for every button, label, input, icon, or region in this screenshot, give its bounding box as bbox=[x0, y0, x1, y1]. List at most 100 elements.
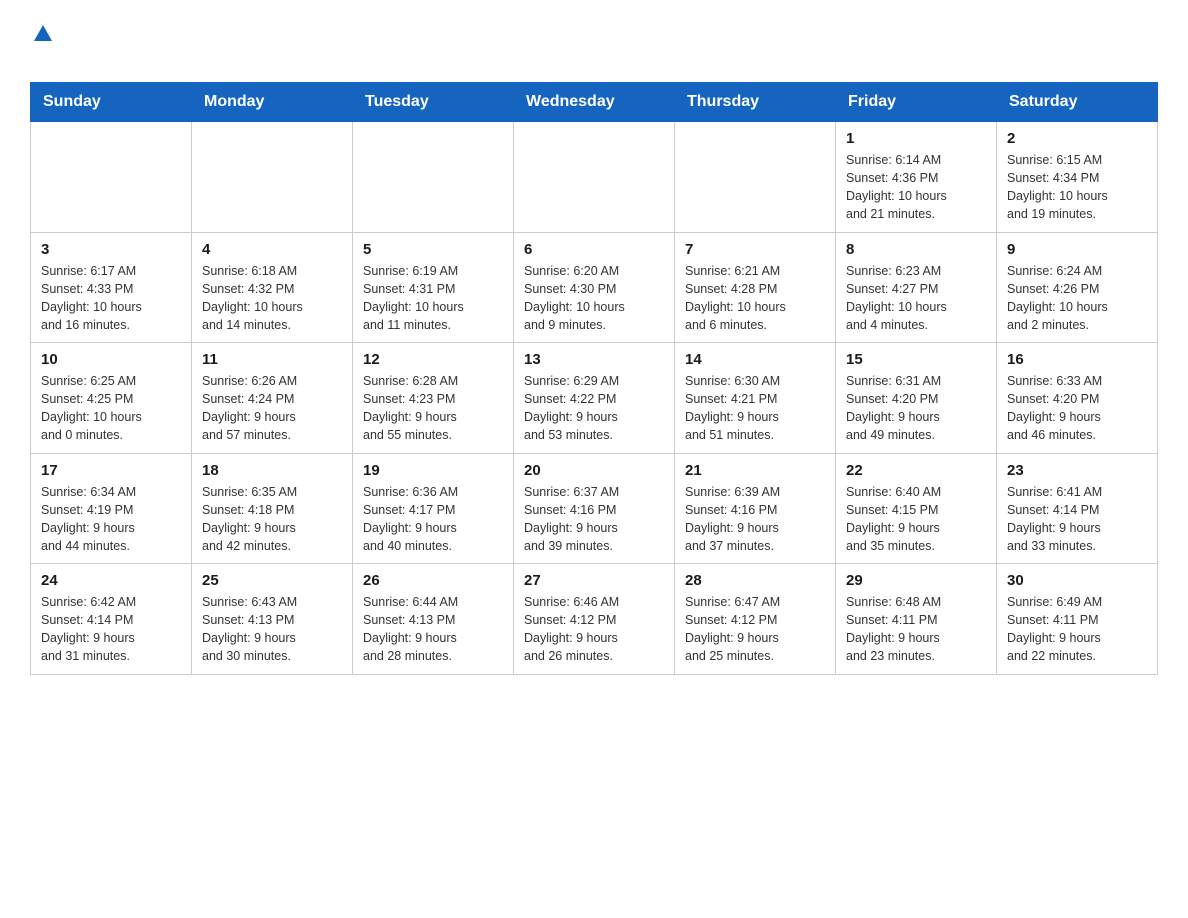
day-number: 26 bbox=[363, 572, 503, 589]
day-number: 16 bbox=[1007, 351, 1147, 368]
day-number: 17 bbox=[41, 462, 181, 479]
calendar-cell: 16 Sunrise: 6:33 AM Sunset: 4:20 PM Dayli… bbox=[997, 343, 1158, 454]
calendar-cell: 7 Sunrise: 6:21 AM Sunset: 4:28 PM Daylig… bbox=[675, 232, 836, 343]
day-info: Sunrise: 6:21 AM Sunset: 4:28 PM Dayligh… bbox=[685, 262, 825, 335]
day-info: Sunrise: 6:31 AM Sunset: 4:20 PM Dayligh… bbox=[846, 372, 986, 445]
calendar-day-header: Tuesday bbox=[353, 83, 514, 122]
day-number: 14 bbox=[685, 351, 825, 368]
day-number: 22 bbox=[846, 462, 986, 479]
day-info: Sunrise: 6:48 AM Sunset: 4:11 PM Dayligh… bbox=[846, 593, 986, 666]
calendar-week-row: 17 Sunrise: 6:34 AM Sunset: 4:19 PM Dayli… bbox=[31, 453, 1158, 564]
calendar-day-header: Sunday bbox=[31, 83, 192, 122]
day-number: 25 bbox=[202, 572, 342, 589]
day-number: 21 bbox=[685, 462, 825, 479]
calendar-cell: 21 Sunrise: 6:39 AM Sunset: 4:16 PM Dayli… bbox=[675, 453, 836, 564]
day-number: 15 bbox=[846, 351, 986, 368]
day-number: 10 bbox=[41, 351, 181, 368]
day-info: Sunrise: 6:19 AM Sunset: 4:31 PM Dayligh… bbox=[363, 262, 503, 335]
calendar-day-header: Wednesday bbox=[514, 83, 675, 122]
calendar-cell: 25 Sunrise: 6:43 AM Sunset: 4:13 PM Dayli… bbox=[192, 564, 353, 675]
calendar-week-row: 1 Sunrise: 6:14 AM Sunset: 4:36 PM Daylig… bbox=[31, 122, 1158, 233]
day-info: Sunrise: 6:23 AM Sunset: 4:27 PM Dayligh… bbox=[846, 262, 986, 335]
day-number: 3 bbox=[41, 241, 181, 258]
day-info: Sunrise: 6:44 AM Sunset: 4:13 PM Dayligh… bbox=[363, 593, 503, 666]
day-number: 13 bbox=[524, 351, 664, 368]
day-info: Sunrise: 6:29 AM Sunset: 4:22 PM Dayligh… bbox=[524, 372, 664, 445]
day-info: Sunrise: 6:20 AM Sunset: 4:30 PM Dayligh… bbox=[524, 262, 664, 335]
day-info: Sunrise: 6:25 AM Sunset: 4:25 PM Dayligh… bbox=[41, 372, 181, 445]
day-number: 18 bbox=[202, 462, 342, 479]
calendar-cell: 9 Sunrise: 6:24 AM Sunset: 4:26 PM Daylig… bbox=[997, 232, 1158, 343]
day-number: 11 bbox=[202, 351, 342, 368]
day-number: 28 bbox=[685, 572, 825, 589]
day-info: Sunrise: 6:24 AM Sunset: 4:26 PM Dayligh… bbox=[1007, 262, 1147, 335]
day-info: Sunrise: 6:18 AM Sunset: 4:32 PM Dayligh… bbox=[202, 262, 342, 335]
day-info: Sunrise: 6:17 AM Sunset: 4:33 PM Dayligh… bbox=[41, 262, 181, 335]
day-number: 9 bbox=[1007, 241, 1147, 258]
day-info: Sunrise: 6:39 AM Sunset: 4:16 PM Dayligh… bbox=[685, 483, 825, 556]
calendar-cell: 14 Sunrise: 6:30 AM Sunset: 4:21 PM Dayli… bbox=[675, 343, 836, 454]
day-info: Sunrise: 6:40 AM Sunset: 4:15 PM Dayligh… bbox=[846, 483, 986, 556]
page-header bbox=[30, 20, 1158, 72]
calendar-cell: 13 Sunrise: 6:29 AM Sunset: 4:22 PM Dayli… bbox=[514, 343, 675, 454]
day-number: 1 bbox=[846, 130, 986, 147]
calendar-cell: 17 Sunrise: 6:34 AM Sunset: 4:19 PM Dayli… bbox=[31, 453, 192, 564]
day-info: Sunrise: 6:37 AM Sunset: 4:16 PM Dayligh… bbox=[524, 483, 664, 556]
day-number: 7 bbox=[685, 241, 825, 258]
day-info: Sunrise: 6:30 AM Sunset: 4:21 PM Dayligh… bbox=[685, 372, 825, 445]
day-number: 6 bbox=[524, 241, 664, 258]
day-number: 29 bbox=[846, 572, 986, 589]
calendar-cell: 11 Sunrise: 6:26 AM Sunset: 4:24 PM Dayli… bbox=[192, 343, 353, 454]
day-number: 4 bbox=[202, 241, 342, 258]
calendar-cell: 23Sunrise: 6:41 AM Sunset: 4:14 PM Dayli… bbox=[997, 453, 1158, 564]
calendar-cell: 18 Sunrise: 6:35 AM Sunset: 4:18 PM Dayli… bbox=[192, 453, 353, 564]
calendar-cell: 28Sunrise: 6:47 AM Sunset: 4:12 PM Dayli… bbox=[675, 564, 836, 675]
logo bbox=[30, 25, 52, 72]
calendar-cell bbox=[514, 122, 675, 233]
day-info: Sunrise: 6:43 AM Sunset: 4:13 PM Dayligh… bbox=[202, 593, 342, 666]
calendar-cell: 3 Sunrise: 6:17 AM Sunset: 4:33 PM Daylig… bbox=[31, 232, 192, 343]
calendar-cell: 5 Sunrise: 6:19 AM Sunset: 4:31 PM Daylig… bbox=[353, 232, 514, 343]
calendar-cell: 1 Sunrise: 6:14 AM Sunset: 4:36 PM Daylig… bbox=[836, 122, 997, 233]
calendar-cell: 29 Sunrise: 6:48 AM Sunset: 4:11 PM Dayli… bbox=[836, 564, 997, 675]
calendar-cell: 2 Sunrise: 6:15 AM Sunset: 4:34 PM Daylig… bbox=[997, 122, 1158, 233]
calendar-cell: 4 Sunrise: 6:18 AM Sunset: 4:32 PM Daylig… bbox=[192, 232, 353, 343]
calendar-cell: 6 Sunrise: 6:20 AM Sunset: 4:30 PM Daylig… bbox=[514, 232, 675, 343]
calendar-cell bbox=[31, 122, 192, 233]
day-info: Sunrise: 6:35 AM Sunset: 4:18 PM Dayligh… bbox=[202, 483, 342, 556]
calendar-cell: 26 Sunrise: 6:44 AM Sunset: 4:13 PM Dayli… bbox=[353, 564, 514, 675]
day-info: Sunrise: 6:34 AM Sunset: 4:19 PM Dayligh… bbox=[41, 483, 181, 556]
calendar-cell: 22 Sunrise: 6:40 AM Sunset: 4:15 PM Dayli… bbox=[836, 453, 997, 564]
calendar-cell: 19Sunrise: 6:36 AM Sunset: 4:17 PM Dayli… bbox=[353, 453, 514, 564]
day-info: Sunrise: 6:26 AM Sunset: 4:24 PM Dayligh… bbox=[202, 372, 342, 445]
day-number: 8 bbox=[846, 241, 986, 258]
calendar-day-header: Friday bbox=[836, 83, 997, 122]
day-info: Sunrise: 6:33 AM Sunset: 4:20 PM Dayligh… bbox=[1007, 372, 1147, 445]
day-info: Sunrise: 6:28 AM Sunset: 4:23 PM Dayligh… bbox=[363, 372, 503, 445]
day-info: Sunrise: 6:41 AM Sunset: 4:14 PM Dayligh… bbox=[1007, 483, 1147, 556]
calendar-cell: 20 Sunrise: 6:37 AM Sunset: 4:16 PM Dayli… bbox=[514, 453, 675, 564]
day-number: 24 bbox=[41, 572, 181, 589]
calendar-cell: 8 Sunrise: 6:23 AM Sunset: 4:27 PM Daylig… bbox=[836, 232, 997, 343]
calendar-cell bbox=[675, 122, 836, 233]
day-info: Sunrise: 6:14 AM Sunset: 4:36 PM Dayligh… bbox=[846, 151, 986, 224]
day-number: 20 bbox=[524, 462, 664, 479]
day-info: Sunrise: 6:46 AM Sunset: 4:12 PM Dayligh… bbox=[524, 593, 664, 666]
day-number: 12 bbox=[363, 351, 503, 368]
day-number: 19 bbox=[363, 462, 503, 479]
calendar-week-row: 10 Sunrise: 6:25 AM Sunset: 4:25 PM Dayli… bbox=[31, 343, 1158, 454]
calendar-cell: 30 Sunrise: 6:49 AM Sunset: 4:11 PM Dayli… bbox=[997, 564, 1158, 675]
calendar-header-row: SundayMondayTuesdayWednesdayThursdayFrid… bbox=[31, 83, 1158, 122]
calendar-day-header: Thursday bbox=[675, 83, 836, 122]
calendar-day-header: Monday bbox=[192, 83, 353, 122]
day-number: 30 bbox=[1007, 572, 1147, 589]
calendar-cell: 10 Sunrise: 6:25 AM Sunset: 4:25 PM Dayli… bbox=[31, 343, 192, 454]
day-number: 27 bbox=[524, 572, 664, 589]
calendar-cell bbox=[192, 122, 353, 233]
calendar-week-row: 24 Sunrise: 6:42 AM Sunset: 4:14 PM Dayli… bbox=[31, 564, 1158, 675]
day-number: 5 bbox=[363, 241, 503, 258]
day-info: Sunrise: 6:49 AM Sunset: 4:11 PM Dayligh… bbox=[1007, 593, 1147, 666]
day-number: 2 bbox=[1007, 130, 1147, 147]
day-info: Sunrise: 6:15 AM Sunset: 4:34 PM Dayligh… bbox=[1007, 151, 1147, 224]
day-info: Sunrise: 6:42 AM Sunset: 4:14 PM Dayligh… bbox=[41, 593, 181, 666]
